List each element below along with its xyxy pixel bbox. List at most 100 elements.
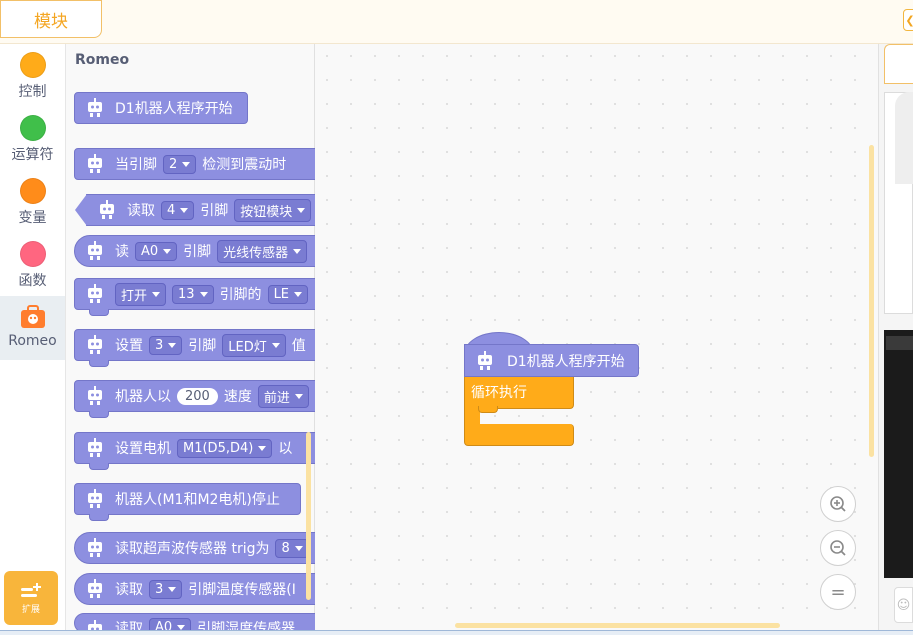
operators-category-dot-icon [19, 115, 46, 141]
palette-block-read-ultrasonic[interactable]: 读取超声波传感器 trig为 8 [74, 532, 334, 564]
code-workspace[interactable] [315, 44, 878, 635]
right-panel-bottom-button[interactable]: ☺ [894, 587, 913, 623]
motor-dropdown[interactable]: M1(D5,D4) [177, 438, 273, 458]
block-text: 设置 [115, 338, 143, 354]
palette-block-vibration-event[interactable]: 当引脚 2 检测到震动时 [74, 131, 333, 180]
on-off-dropdown[interactable]: 打开 [115, 282, 167, 306]
loop-bottom-arm [464, 424, 574, 446]
category-variables[interactable]: 变量 [0, 170, 65, 234]
block-text: 循环执行 [471, 385, 527, 401]
sensor-dropdown[interactable]: 光线传感器 [217, 239, 308, 263]
window-bottom-edge [0, 630, 913, 635]
robot-icon [88, 284, 102, 303]
category-label: 变量 [18, 210, 47, 226]
robot-icon [88, 538, 102, 557]
workspace-horizontal-scrollbar[interactable] [455, 623, 780, 628]
block-notch [89, 411, 109, 418]
device-dropdown[interactable]: LED灯 [222, 333, 286, 357]
zoom-reset-icon: = [830, 581, 846, 603]
palette-block-read-button[interactable]: 读取 4 引脚 按钮模块 [75, 194, 326, 226]
tab-blocks[interactable]: 模块 [0, 0, 102, 38]
right-panel-tab[interactable] [884, 44, 913, 84]
block-text: 检测到震动时 [202, 157, 287, 173]
palette-block-robot-stop[interactable]: 机器人(M1和M2电机)停止 [74, 483, 301, 521]
robot-icon [478, 350, 492, 370]
block-text: 引脚 [200, 203, 229, 219]
palette-block-set-led[interactable]: 设置 3 引脚 LED灯 值 [74, 329, 334, 367]
palette-block-read-temperature[interactable]: 读取 3 引脚温度传感器(I [74, 573, 334, 605]
block-text: 引脚 [188, 338, 217, 354]
terminal-line [886, 336, 913, 350]
zoom-in-button[interactable] [820, 486, 856, 522]
palette-title: Romeo [75, 52, 130, 68]
right-panel-stage-header [895, 92, 913, 184]
module-dropdown[interactable]: 按钮模块 [234, 198, 312, 222]
zoom-out-icon [830, 540, 846, 556]
category-label: 运算符 [11, 147, 54, 163]
workspace-block-program-start[interactable]: D1机器人程序开始 [464, 344, 639, 377]
palette-block-robot-move[interactable]: 机器人以 200 速度 前进 [74, 380, 334, 418]
pin-dropdown[interactable]: A0 [135, 241, 178, 261]
palette-scrollbar[interactable] [306, 432, 311, 600]
add-extension-button[interactable]: 扩展 [4, 571, 58, 625]
zoom-reset-button[interactable]: = [820, 574, 856, 610]
control-category-dot-icon [19, 52, 46, 78]
block-text: 设置电机 [115, 441, 171, 457]
category-functions[interactable]: 函数 [0, 233, 65, 297]
category-label: 控制 [18, 84, 47, 100]
block-text: 以 [278, 441, 293, 457]
block-text: 读 [115, 244, 129, 260]
pin-dropdown[interactable]: 4 [161, 200, 195, 220]
pin-dropdown[interactable]: 13 [172, 284, 214, 304]
palette-block-read-light-sensor[interactable]: 读 A0 引脚 光线传感器 [74, 235, 334, 267]
category-label: 函数 [18, 273, 47, 289]
block-text: 引脚温度传感器(I [188, 582, 296, 598]
pin-dropdown[interactable]: 8 [275, 538, 309, 558]
block-text: 读取 [115, 582, 143, 598]
block-text: D1机器人程序开始 [115, 101, 233, 117]
block-text: 值 [291, 338, 306, 354]
extension-icon [21, 582, 41, 597]
top-bar: 模块 ❮ [0, 0, 913, 44]
block-text: 引脚 [183, 244, 212, 260]
loop-notch [478, 406, 498, 413]
extension-label: 扩展 [21, 604, 40, 615]
palette-block-set-motor[interactable]: 设置电机 M1(D5,D4) 以 [74, 432, 334, 470]
palette-block-program-start[interactable]: D1机器人程序开始 [74, 75, 248, 124]
robot-icon [88, 438, 102, 457]
block-text: 机器人以 [115, 389, 171, 405]
direction-dropdown[interactable]: 前进 [257, 384, 309, 408]
briefcase-robot-icon [20, 304, 46, 330]
block-notch [89, 514, 109, 521]
pin-dropdown[interactable]: 3 [149, 579, 183, 599]
device-dropdown[interactable]: LE [267, 284, 309, 304]
variables-category-dot-icon [19, 178, 46, 204]
block-notch [89, 463, 109, 470]
zoom-out-button[interactable] [820, 530, 856, 566]
category-label: Romeo [8, 333, 57, 349]
chevron-icon: ❮ [905, 14, 913, 27]
block-text: 当引脚 [115, 157, 157, 173]
category-control[interactable]: 控制 [0, 44, 65, 108]
block-text: 读取 [127, 203, 155, 219]
category-romeo[interactable]: Romeo [0, 296, 65, 360]
top-right-button[interactable]: ❮ [903, 9, 913, 31]
pin-dropdown[interactable]: 2 [163, 154, 197, 174]
block-notch [89, 360, 109, 367]
workspace-vertical-scrollbar[interactable] [869, 145, 874, 457]
palette-block-turn-on-led[interactable]: 打开 13 引脚的 LE [74, 278, 334, 316]
category-operators[interactable]: 运算符 [0, 107, 65, 171]
block-text: 读取超声波传感器 trig为 [115, 541, 270, 557]
block-text: 速度 [223, 389, 252, 405]
robot-icon [100, 200, 114, 219]
pin-dropdown[interactable]: 3 [149, 335, 183, 355]
block-text: D1机器人程序开始 [507, 353, 625, 370]
speed-input[interactable]: 200 [177, 387, 218, 405]
robot-icon [88, 335, 102, 354]
robot-icon [88, 579, 102, 598]
robot-icon [88, 98, 102, 117]
workspace-block-forever-loop[interactable]: 循环执行 [464, 377, 574, 409]
serial-terminal[interactable] [884, 330, 913, 578]
category-sidebar: 控制 运算符 变量 函数 Romeo 扩展 [0, 44, 66, 635]
robot-outline-icon: ☺ [896, 597, 911, 613]
